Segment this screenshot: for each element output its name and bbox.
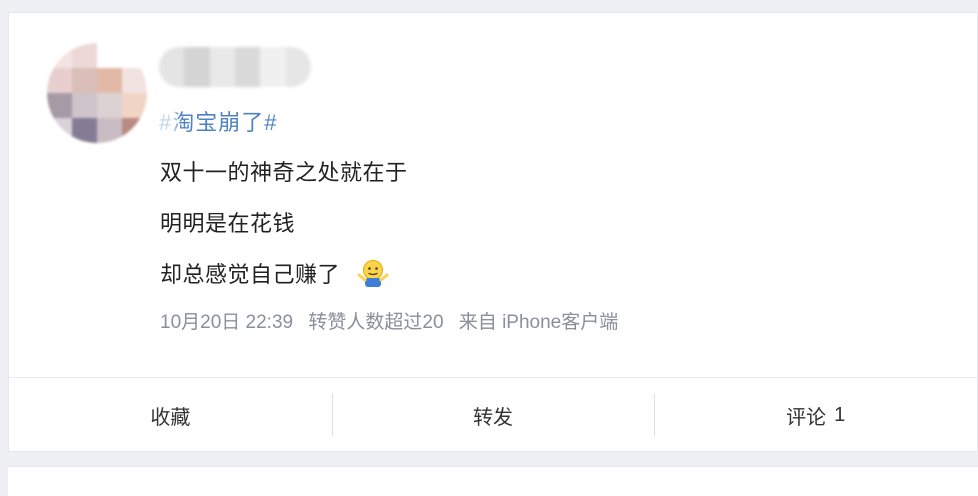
post-text-line-content: 却总感觉自己赚了 [160,262,341,287]
post-text-line: 双十一的神奇之处就在于 [160,160,408,185]
shrug-emoji-icon [357,258,389,288]
post-source: 来自 iPhone客户端 [458,312,619,333]
comment-button[interactable]: 评论 1 [654,378,977,452]
username-blurred[interactable] [159,47,311,87]
post-meta: 10月20日 22:39 转赞人数超过20 来自 iPhone客户端 [160,307,628,334]
post-text-line: 却总感觉自己赚了 [160,257,389,289]
post-datetime[interactable]: 10月20日 22:39 [160,312,293,333]
repost-label: 转发 [473,406,513,429]
post-action-bar: 收藏 转发 评论 1 [9,378,977,452]
favorite-label: 收藏 [150,406,191,429]
repost-count-note: 转赞人数超过20 [308,312,444,333]
favorite-button[interactable]: 收藏 [9,378,332,452]
comment-count: 1 [834,403,846,426]
avatar[interactable] [47,43,147,143]
comment-label: 评论 [786,406,827,429]
repost-button[interactable]: 转发 [331,378,655,452]
topic-blur-mask [155,105,177,135]
weibo-post-card: #淘宝崩了# 双十一的神奇之处就在于 明明是在花钱 却总感觉自己赚了 10月20… [8,12,978,452]
post-text-line: 明明是在花钱 [160,211,296,236]
